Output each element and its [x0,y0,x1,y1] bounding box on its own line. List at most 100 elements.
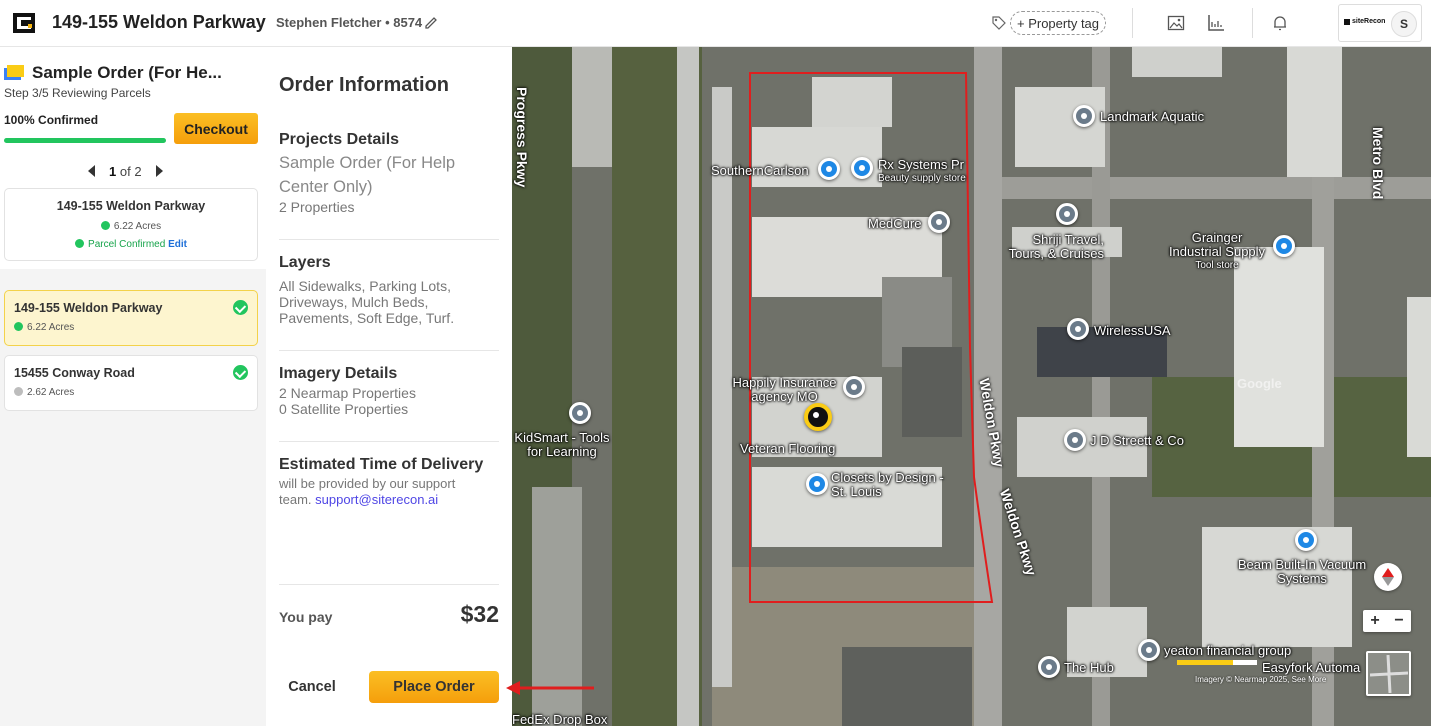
bell-icon[interactable] [1271,14,1289,32]
parcel-icon [14,322,23,331]
checkout-button[interactable]: Checkout [174,113,258,144]
projects-heading: Projects Details [279,131,400,148]
zoom-control: + − [1363,610,1411,632]
place-label[interactable]: FedEx Drop Box [512,713,607,726]
pager-total: of 2 [119,163,142,179]
place-label[interactable]: Closets by Design - St. Louis [831,471,951,499]
place-pin-icon[interactable] [1067,318,1089,340]
cancel-button[interactable]: Cancel [279,671,345,703]
place-pin-icon[interactable] [806,473,828,495]
place-label[interactable]: Grainger Industrial Supply Tool store [1167,231,1267,273]
place-name: Grainger Industrial Supply [1168,230,1266,259]
pager-current: 1 [109,163,117,179]
place-label[interactable]: yeaton financial group [1164,644,1291,658]
place-pin-icon[interactable] [1056,203,1078,225]
place-pin-icon[interactable] [569,402,591,424]
place-pin-icon[interactable] [1073,105,1095,127]
imagery-nearmap: 2 Nearmap Properties [279,385,416,401]
place-label[interactable]: Rx Systems Pr Beauty supply store [878,158,966,186]
layers-list: All Sidewalks, Parking Lots, Driveways, … [279,278,455,326]
imagery-satellite: 0 Satellite Properties [279,401,409,417]
acres-value: 6.22 Acres [113,221,162,232]
divider [279,441,499,442]
place-label[interactable]: Happily Insurance agency MO [727,376,842,404]
road-label: Progress Pkwy [514,87,530,188]
layer-thumbnail-icon [1369,654,1408,693]
place-label[interactable]: The Hub [1064,661,1114,675]
place-pin-icon[interactable] [851,157,873,179]
project-name: Sample Order (For Help Center Only) [279,154,456,196]
map-attribution[interactable]: Imagery © Nearmap 2025, See More [1195,675,1326,684]
user-info: Stephen Fletcher • 8574 [276,15,423,30]
zoom-out-button[interactable]: − [1387,612,1411,630]
order-price: $32 [460,601,499,627]
place-label[interactable]: WirelessUSA [1094,324,1171,338]
place-pin-icon[interactable] [1295,529,1317,551]
map-view[interactable]: Progress Pkwy Weldon Pkwy Weldon Pkwy Me… [512,47,1431,726]
previous-arrow-icon[interactable] [88,165,95,177]
compass-icon[interactable] [1374,563,1402,591]
place-order-button[interactable]: Place Order [369,671,499,703]
north-arrow-icon [1382,568,1394,586]
selected-location-pin-icon[interactable] [804,403,832,431]
place-pin-icon[interactable] [1038,656,1060,678]
account-logo: siteRecon [1344,18,1385,25]
place-label[interactable]: MedCure [868,217,921,231]
place-pin-icon[interactable] [928,211,950,233]
list-item[interactable]: 149-155 Weldon Parkway 6.22 Acres [4,290,258,346]
page-title: 149-155 Weldon Parkway [52,12,266,32]
place-label[interactable]: Beam Built-In Vacuum Systems [1232,558,1372,586]
layers-heading: Layers [279,254,331,271]
confirmed-label: 100% Confirmed [4,113,99,127]
place-label[interactable]: Landmark Aquatic [1100,110,1204,124]
place-category: Tool store [1195,260,1239,271]
parcel-status: Parcel Confirmed Edit [5,239,257,250]
divider [279,239,499,240]
list-item-acres: 6.22 Acres [14,322,74,333]
place-pin-icon[interactable] [1138,639,1160,661]
zoom-in-button[interactable]: + [1363,612,1387,630]
annotation-arrow-icon [506,681,594,695]
place-pin-icon[interactable] [818,158,840,180]
place-pin-icon[interactable] [1064,429,1086,451]
place-category: Beauty supply store [878,173,966,184]
place-label[interactable]: Shriji Travel, Tours, & Cruises [994,233,1104,261]
edit-pencil-icon[interactable] [424,15,438,29]
measure-icon[interactable] [1207,14,1225,32]
list-item[interactable]: 15455 Conway Road 2.62 Acres [4,355,258,411]
support-email-link[interactable]: support@siterecon.ai [315,492,438,507]
property-acres: 6.22 Acres [5,221,257,232]
property-pager: 1 of 2 [88,163,163,179]
account-menu[interactable]: siteRecon S [1338,4,1422,42]
tag-icon [992,16,1006,30]
add-property-tag-button[interactable]: + Property tag [1010,11,1107,35]
place-label[interactable]: Veteran Flooring [740,442,835,456]
account-logo-text: siteRecon [1352,18,1386,25]
order-step: Step 3/5 Reviewing Parcels [4,86,151,100]
divider [1132,8,1133,38]
order-title: Sample Order (For He... [32,63,222,82]
place-pin-icon[interactable] [843,376,865,398]
place-pin-icon[interactable] [1273,235,1295,257]
map-layer-toggle[interactable] [1366,651,1411,696]
image-icon[interactable] [1167,14,1185,32]
list-item-name: 149-155 Weldon Parkway [14,301,163,315]
progress-fill [4,138,166,143]
next-arrow-icon[interactable] [155,165,163,177]
place-label[interactable]: SouthernCarlson [711,164,809,178]
eta-text: will be provided by our support team. su… [279,476,479,508]
place-label[interactable]: Easyfork Automa [1262,661,1372,675]
place-label[interactable]: J D Streett & Co [1090,434,1184,448]
aerial-imagery [512,47,1431,726]
confirmed-check-icon [233,365,248,380]
order-sidebar: Sample Order (For He... Step 3/5 Reviewi… [0,47,266,726]
list-item-name: 15455 Conway Road [14,366,135,380]
parcel-icon [100,221,110,230]
avatar[interactable]: S [1391,11,1417,37]
edit-parcel-link[interactable]: Edit [168,239,187,250]
confirmation-progress-bar [4,138,166,143]
map-scale-bar [1177,660,1257,665]
you-pay-label: You pay [279,609,333,625]
siterecon-logo-icon[interactable] [13,13,35,33]
place-label[interactable]: KidSmart - Tools for Learning [512,431,612,459]
